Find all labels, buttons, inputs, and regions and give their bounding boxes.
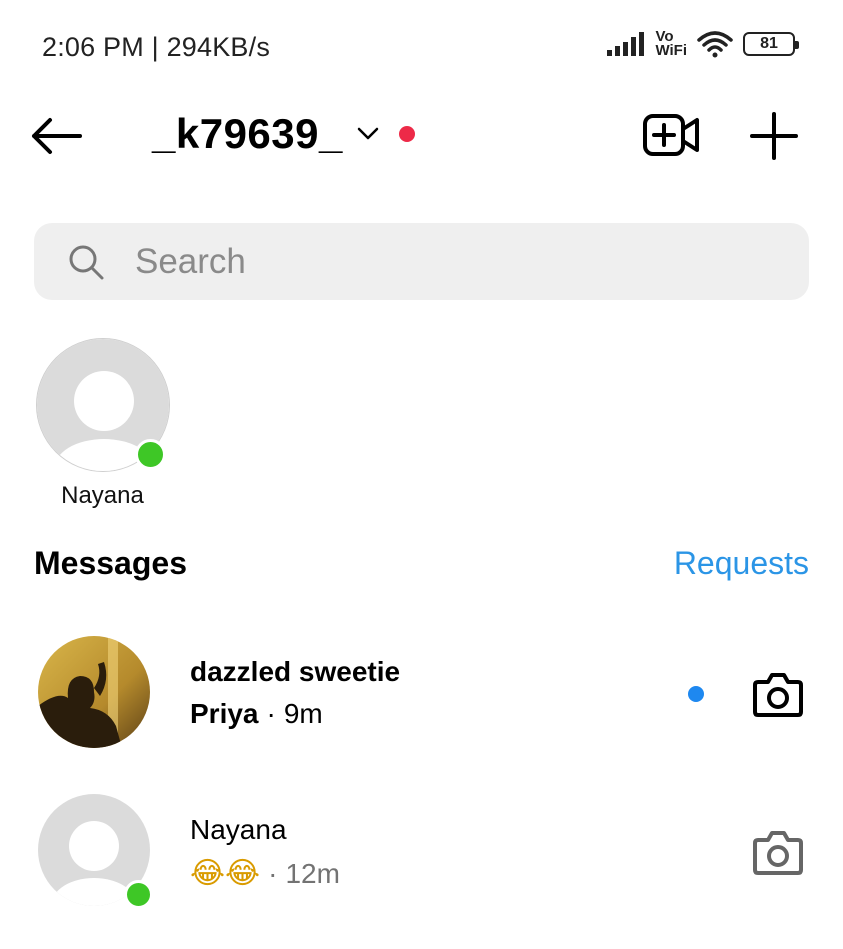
thread-preview: 😂😂 · 12m xyxy=(190,856,340,891)
online-status-dot xyxy=(124,880,153,909)
avatar-photo xyxy=(38,636,150,748)
thread-name: Nayana xyxy=(190,814,287,845)
search-icon xyxy=(69,245,104,279)
vowifi-indicator: Vo WiFi xyxy=(655,29,687,59)
online-status-dot xyxy=(134,439,166,470)
thread-name: dazzled sweetie xyxy=(190,656,401,687)
status-icons: Vo WiFi 81 xyxy=(607,29,799,59)
requests-link[interactable]: Requests xyxy=(674,545,809,582)
camera-button[interactable] xyxy=(752,830,804,876)
thread-row[interactable]: dazzled sweetie Priya · 9m xyxy=(0,634,843,754)
video-camera-plus-icon xyxy=(643,114,699,156)
thread-preview-emoji: 😂😂 xyxy=(190,856,261,891)
status-time: 2:06 PM | 294KB/s xyxy=(42,32,271,62)
unread-indicator xyxy=(688,686,704,702)
thread-time: 12m xyxy=(285,857,340,889)
back-button[interactable] xyxy=(30,114,90,158)
thread-preview: Priya · 9m xyxy=(190,698,323,730)
new-message-button[interactable] xyxy=(748,110,800,162)
separator: · xyxy=(268,857,278,889)
avatar xyxy=(38,636,152,750)
messages-header: Messages Requests xyxy=(34,545,809,582)
separator: · xyxy=(266,698,276,729)
chevron-down-icon xyxy=(357,127,379,140)
avatar xyxy=(35,338,170,472)
signal-icon xyxy=(607,32,645,56)
back-arrow-icon xyxy=(32,118,82,154)
thread-row[interactable]: Nayana 😂😂 · 12m xyxy=(0,792,843,912)
camera-button[interactable] xyxy=(752,672,804,718)
new-video-call-button[interactable] xyxy=(642,110,700,160)
battery-indicator: 81 xyxy=(743,32,799,56)
plus-icon xyxy=(750,112,798,160)
thread-time: 9m xyxy=(283,698,323,729)
search-input[interactable] xyxy=(135,241,735,282)
silhouette-photo xyxy=(38,636,150,748)
status-bar: 2:06 PM | 294KB/s Vo WiFi 81 xyxy=(0,0,843,90)
account-name: _k79639_ xyxy=(152,110,343,157)
account-switcher[interactable]: _k79639_ xyxy=(152,110,415,158)
wifi-icon xyxy=(697,31,733,58)
vowifi-bottom: WiFi xyxy=(655,42,687,59)
search-bar[interactable] xyxy=(34,223,809,300)
camera-icon xyxy=(753,673,803,717)
notification-dot xyxy=(398,126,415,142)
camera-icon xyxy=(753,831,803,875)
active-user-nayana[interactable]: Nayana xyxy=(30,338,175,510)
thread-sender: Priya xyxy=(190,698,259,729)
active-user-name: Nayana xyxy=(61,482,144,509)
avatar xyxy=(38,794,153,909)
messages-title: Messages xyxy=(34,545,187,581)
top-header: _k79639_ xyxy=(0,100,843,170)
